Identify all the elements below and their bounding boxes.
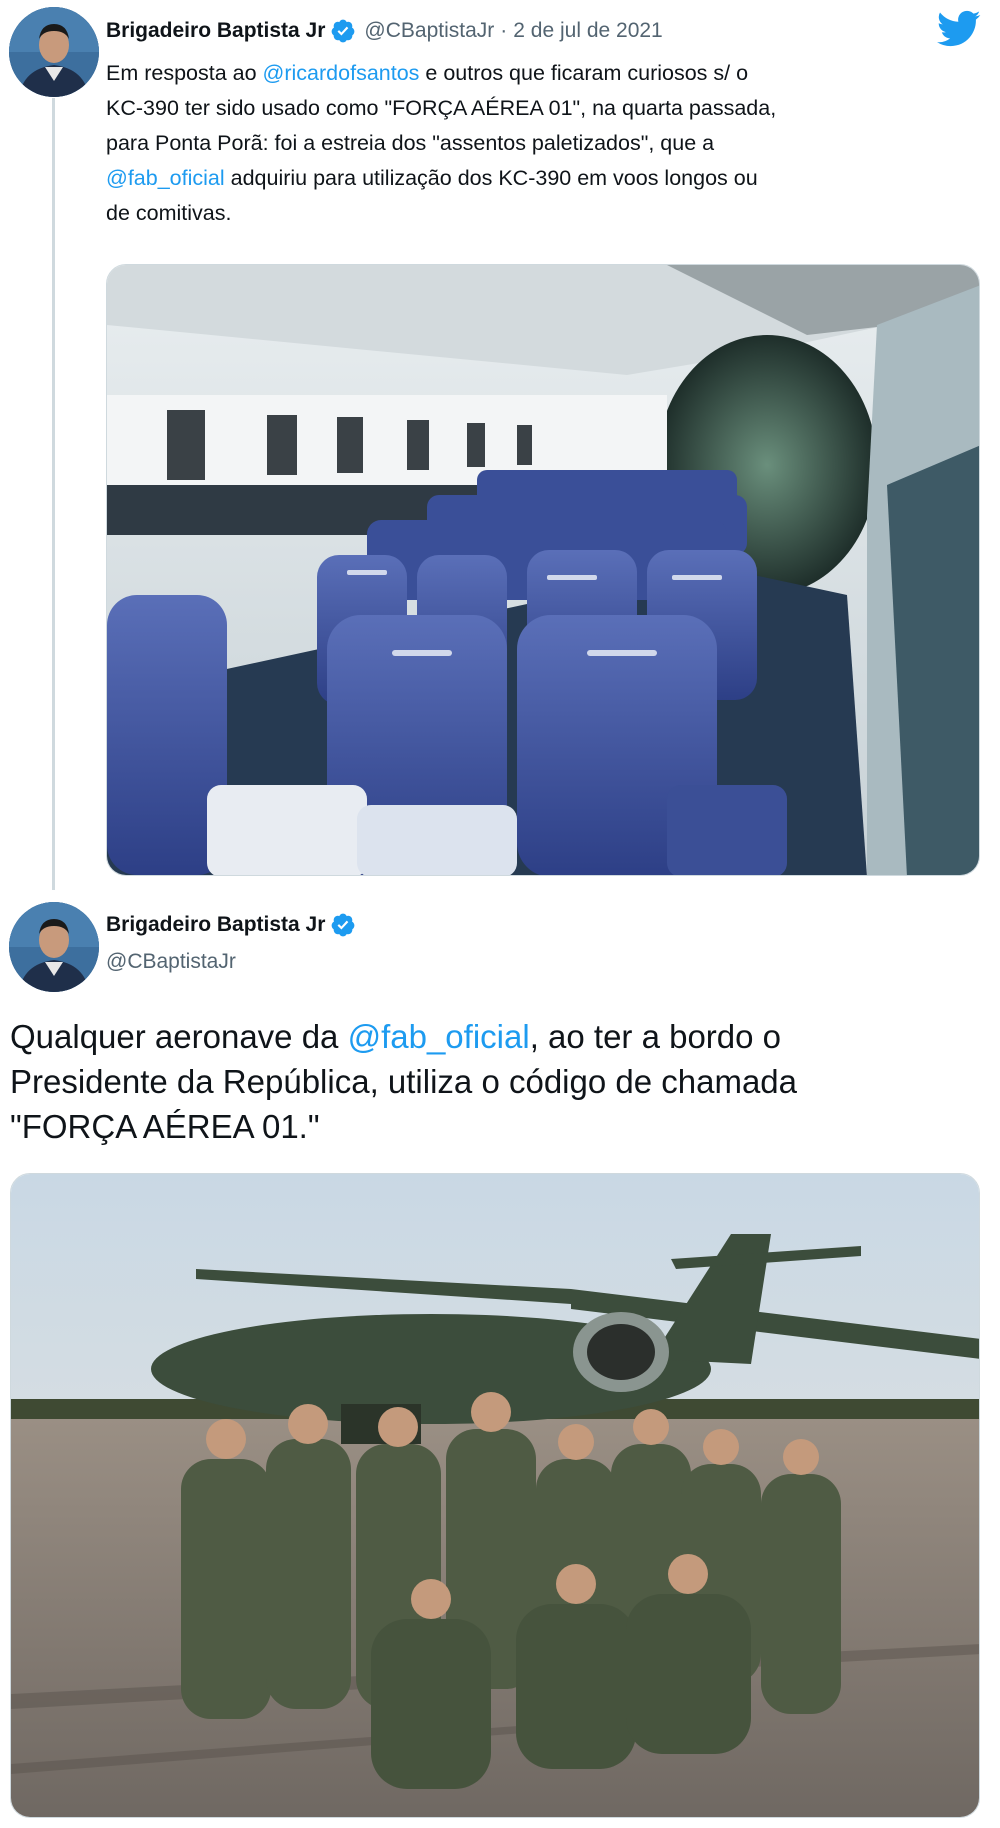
text-span: , ao ter a bordo o: [529, 1018, 782, 1055]
twitter-bird-icon: [937, 10, 981, 48]
author-avatar[interactable]: [9, 7, 99, 97]
quoted-line: "FORÇA AÉREA 01.": [10, 1104, 985, 1149]
text-span: Qualquer aeronave da: [10, 1018, 348, 1055]
text-span: Em resposta ao: [106, 61, 263, 85]
separator-dot: ·: [500, 19, 508, 42]
quoted-author-avatar[interactable]: [9, 902, 99, 992]
text-span: e outros que ficaram curiosos s/ o: [419, 61, 749, 85]
verified-badge-icon: [330, 18, 356, 44]
thread-connector-line: [52, 98, 55, 890]
quoted-line: Qualquer aeronave da @fab_oficial, ao te…: [10, 1014, 985, 1059]
text-span: KC-390 ter sido usado como "FORÇA AÉREA …: [106, 96, 777, 120]
author-handle[interactable]: @CBaptistaJr: [364, 19, 494, 43]
author-name[interactable]: Brigadeiro Baptista Jr: [106, 19, 325, 43]
text-span: adquiriu para utilização dos KC-390 em v…: [224, 166, 758, 190]
tweet-line: de comitivas.: [106, 196, 976, 231]
quoted-author-name[interactable]: Brigadeiro Baptista Jr: [106, 913, 325, 937]
tweet-line: para Ponta Porã: foi a estreia dos "asse…: [106, 126, 976, 161]
verified-badge-icon: [330, 912, 356, 938]
quoted-line: Presidente da República, utiliza o códig…: [10, 1059, 985, 1104]
tweet-line: @fab_oficial adquiriu para utilização do…: [106, 161, 976, 196]
cabin-seats-photo[interactable]: [106, 264, 980, 876]
mention-link[interactable]: @fab_oficial: [348, 1018, 530, 1055]
crew-aircraft-photo[interactable]: [10, 1173, 980, 1818]
quoted-tweet-text: Qualquer aeronave da @fab_oficial, ao te…: [10, 1014, 985, 1149]
tweet-text: Em resposta ao @ricardofsantos e outros …: [106, 56, 976, 231]
quoted-author-handle[interactable]: @CBaptistaJr: [106, 950, 236, 974]
tweet-header: Brigadeiro Baptista Jr @CBaptistaJr · 2 …: [106, 14, 663, 48]
tweet-line: KC-390 ter sido usado como "FORÇA AÉREA …: [106, 91, 976, 126]
quoted-tweet-header: Brigadeiro Baptista Jr: [106, 912, 356, 938]
text-span: de comitivas.: [106, 201, 232, 225]
text-span: "FORÇA AÉREA 01.": [10, 1108, 320, 1145]
text-span: Presidente da República, utiliza o códig…: [10, 1063, 798, 1100]
mention-link[interactable]: @fab_oficial: [106, 166, 225, 190]
tweet-line: Em resposta ao @ricardofsantos e outros …: [106, 56, 976, 91]
tweet-date[interactable]: 2 de jul de 2021: [513, 19, 662, 43]
mention-link[interactable]: @ricardofsantos: [263, 61, 420, 85]
text-span: para Ponta Porã: foi a estreia dos "asse…: [106, 131, 715, 155]
